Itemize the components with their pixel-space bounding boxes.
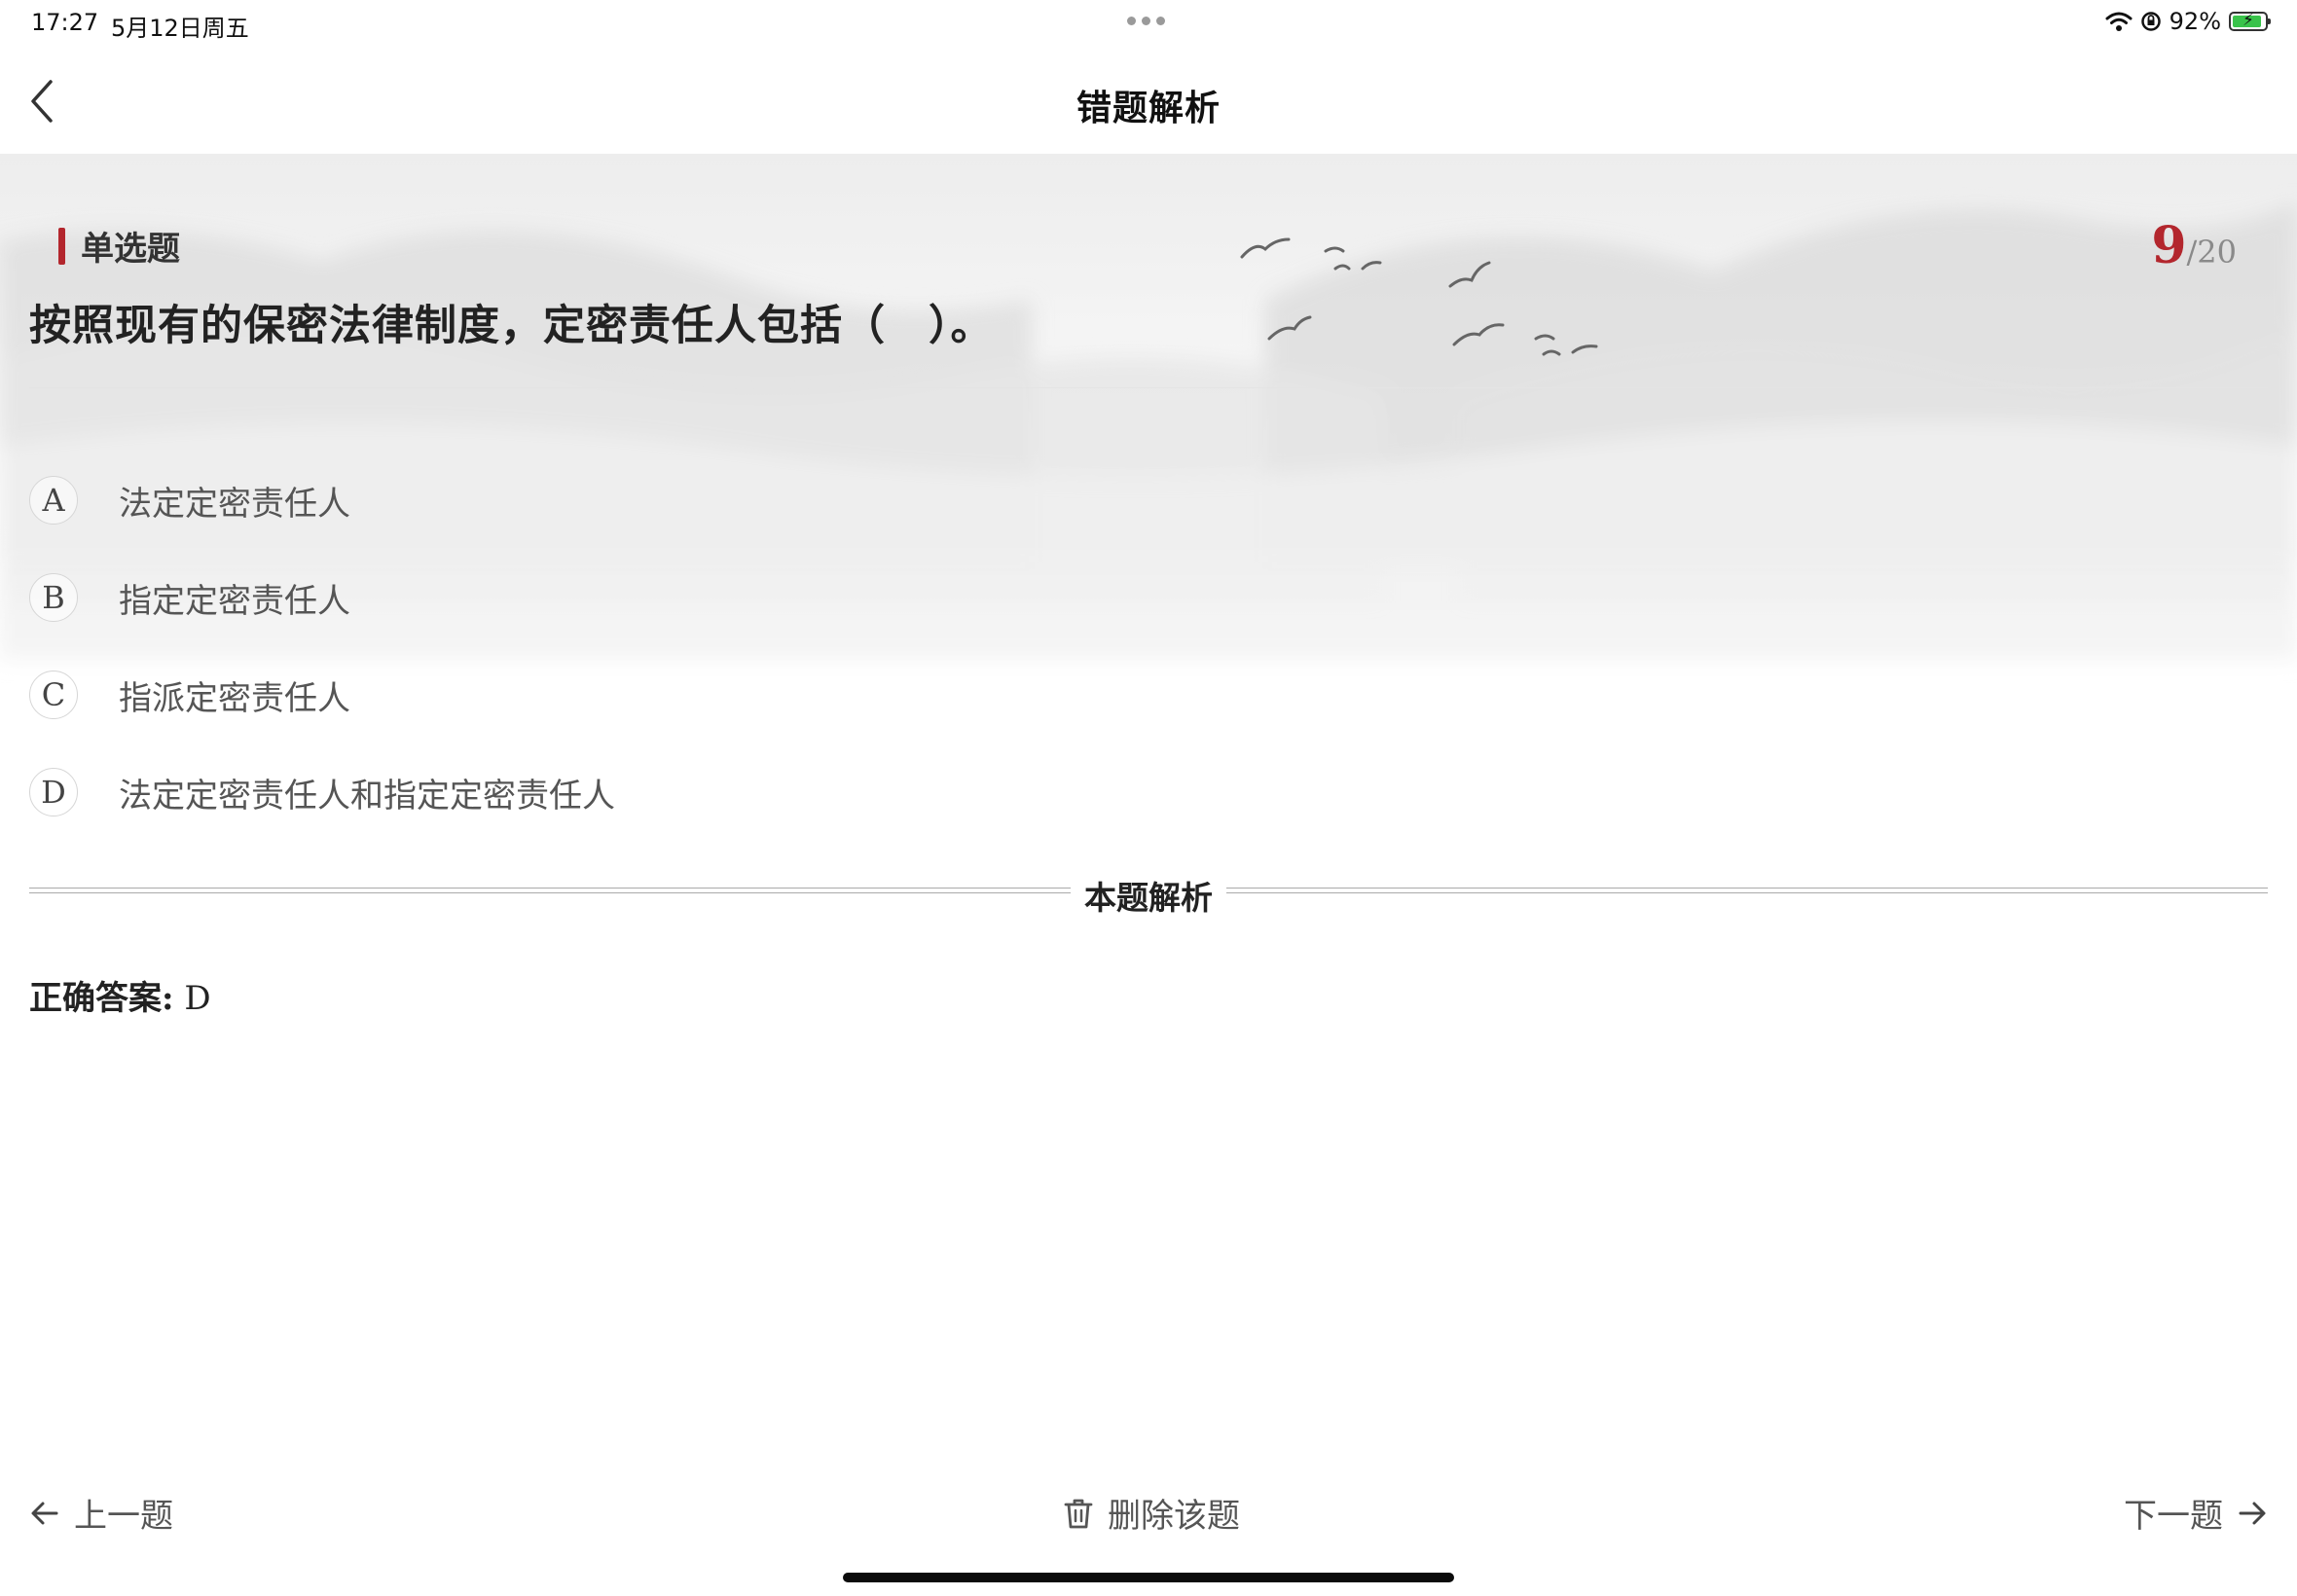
delete-question-button[interactable]: 删除该题 — [1063, 1489, 1240, 1537]
home-indicator[interactable] — [843, 1573, 1454, 1582]
correct-answer-label: 正确答案: — [29, 979, 174, 1018]
option-text: 法定定密责任人和指定定密责任人 — [119, 776, 615, 816]
status-date: 5月12日周五 — [111, 15, 249, 42]
correct-answer-value: D — [184, 979, 211, 1018]
question-type-label: 单选题 — [81, 230, 180, 269]
analysis-title: 本题解析 — [1084, 879, 1213, 917]
option-letter: D — [29, 768, 78, 816]
option-d[interactable]: D 法定定密责任人和指定定密责任人 — [29, 744, 615, 841]
question-progress: 9/20 — [2151, 216, 2237, 275]
wifi-icon — [2105, 12, 2133, 31]
option-letter: C — [29, 671, 78, 719]
correct-answer: 正确答案: D — [29, 971, 211, 1019]
arrow-right-icon — [2239, 1502, 2266, 1524]
battery-percent: 92% — [2169, 8, 2221, 35]
option-letter: A — [29, 476, 78, 525]
option-text: 指定定密责任人 — [119, 581, 350, 621]
analysis-header: 本题解析 — [29, 872, 2268, 919]
previous-question-label: 上一题 — [74, 1497, 173, 1536]
option-c[interactable]: C 指派定密责任人 — [29, 646, 615, 744]
question-type-badge: 单选题 — [58, 222, 180, 270]
arrow-left-icon — [31, 1502, 58, 1524]
options-list: A 法定定密责任人 B 指定定密责任人 C 指派定密责任人 D 法定定密责任人和… — [29, 452, 615, 841]
delete-question-label: 删除该题 — [1108, 1497, 1240, 1536]
status-bar: 17:27 5月12日周五 92% ⚡ — [0, 0, 2297, 47]
page-title: 错题解析 — [1076, 88, 1221, 128]
option-letter: B — [29, 573, 78, 622]
status-time: 17:27 — [31, 9, 99, 36]
previous-question-button[interactable]: 上一题 — [29, 1489, 173, 1537]
option-b[interactable]: B 指定定密责任人 — [29, 549, 615, 646]
divider — [29, 387, 2268, 388]
option-text: 指派定密责任人 — [119, 678, 350, 718]
orientation-lock-icon — [2140, 12, 2161, 31]
option-text: 法定定密责任人 — [119, 484, 350, 524]
next-question-label: 下一题 — [2124, 1497, 2223, 1536]
current-question-number: 9 — [2151, 216, 2187, 275]
accent-bar — [58, 227, 65, 265]
question-text: 按照现有的保密法律制度，定密责任人包括（ ）。 — [29, 302, 994, 350]
trash-icon — [1064, 1499, 1093, 1528]
total-questions: /20 — [2186, 234, 2238, 271]
status-indicators: 92% ⚡ — [2105, 8, 2271, 35]
multitasking-dots-icon[interactable] — [1127, 17, 1165, 25]
option-a[interactable]: A 法定定密责任人 — [29, 452, 615, 549]
next-question-button[interactable]: 下一题 — [2124, 1489, 2268, 1537]
battery-charging-icon: ⚡ — [2229, 11, 2271, 31]
